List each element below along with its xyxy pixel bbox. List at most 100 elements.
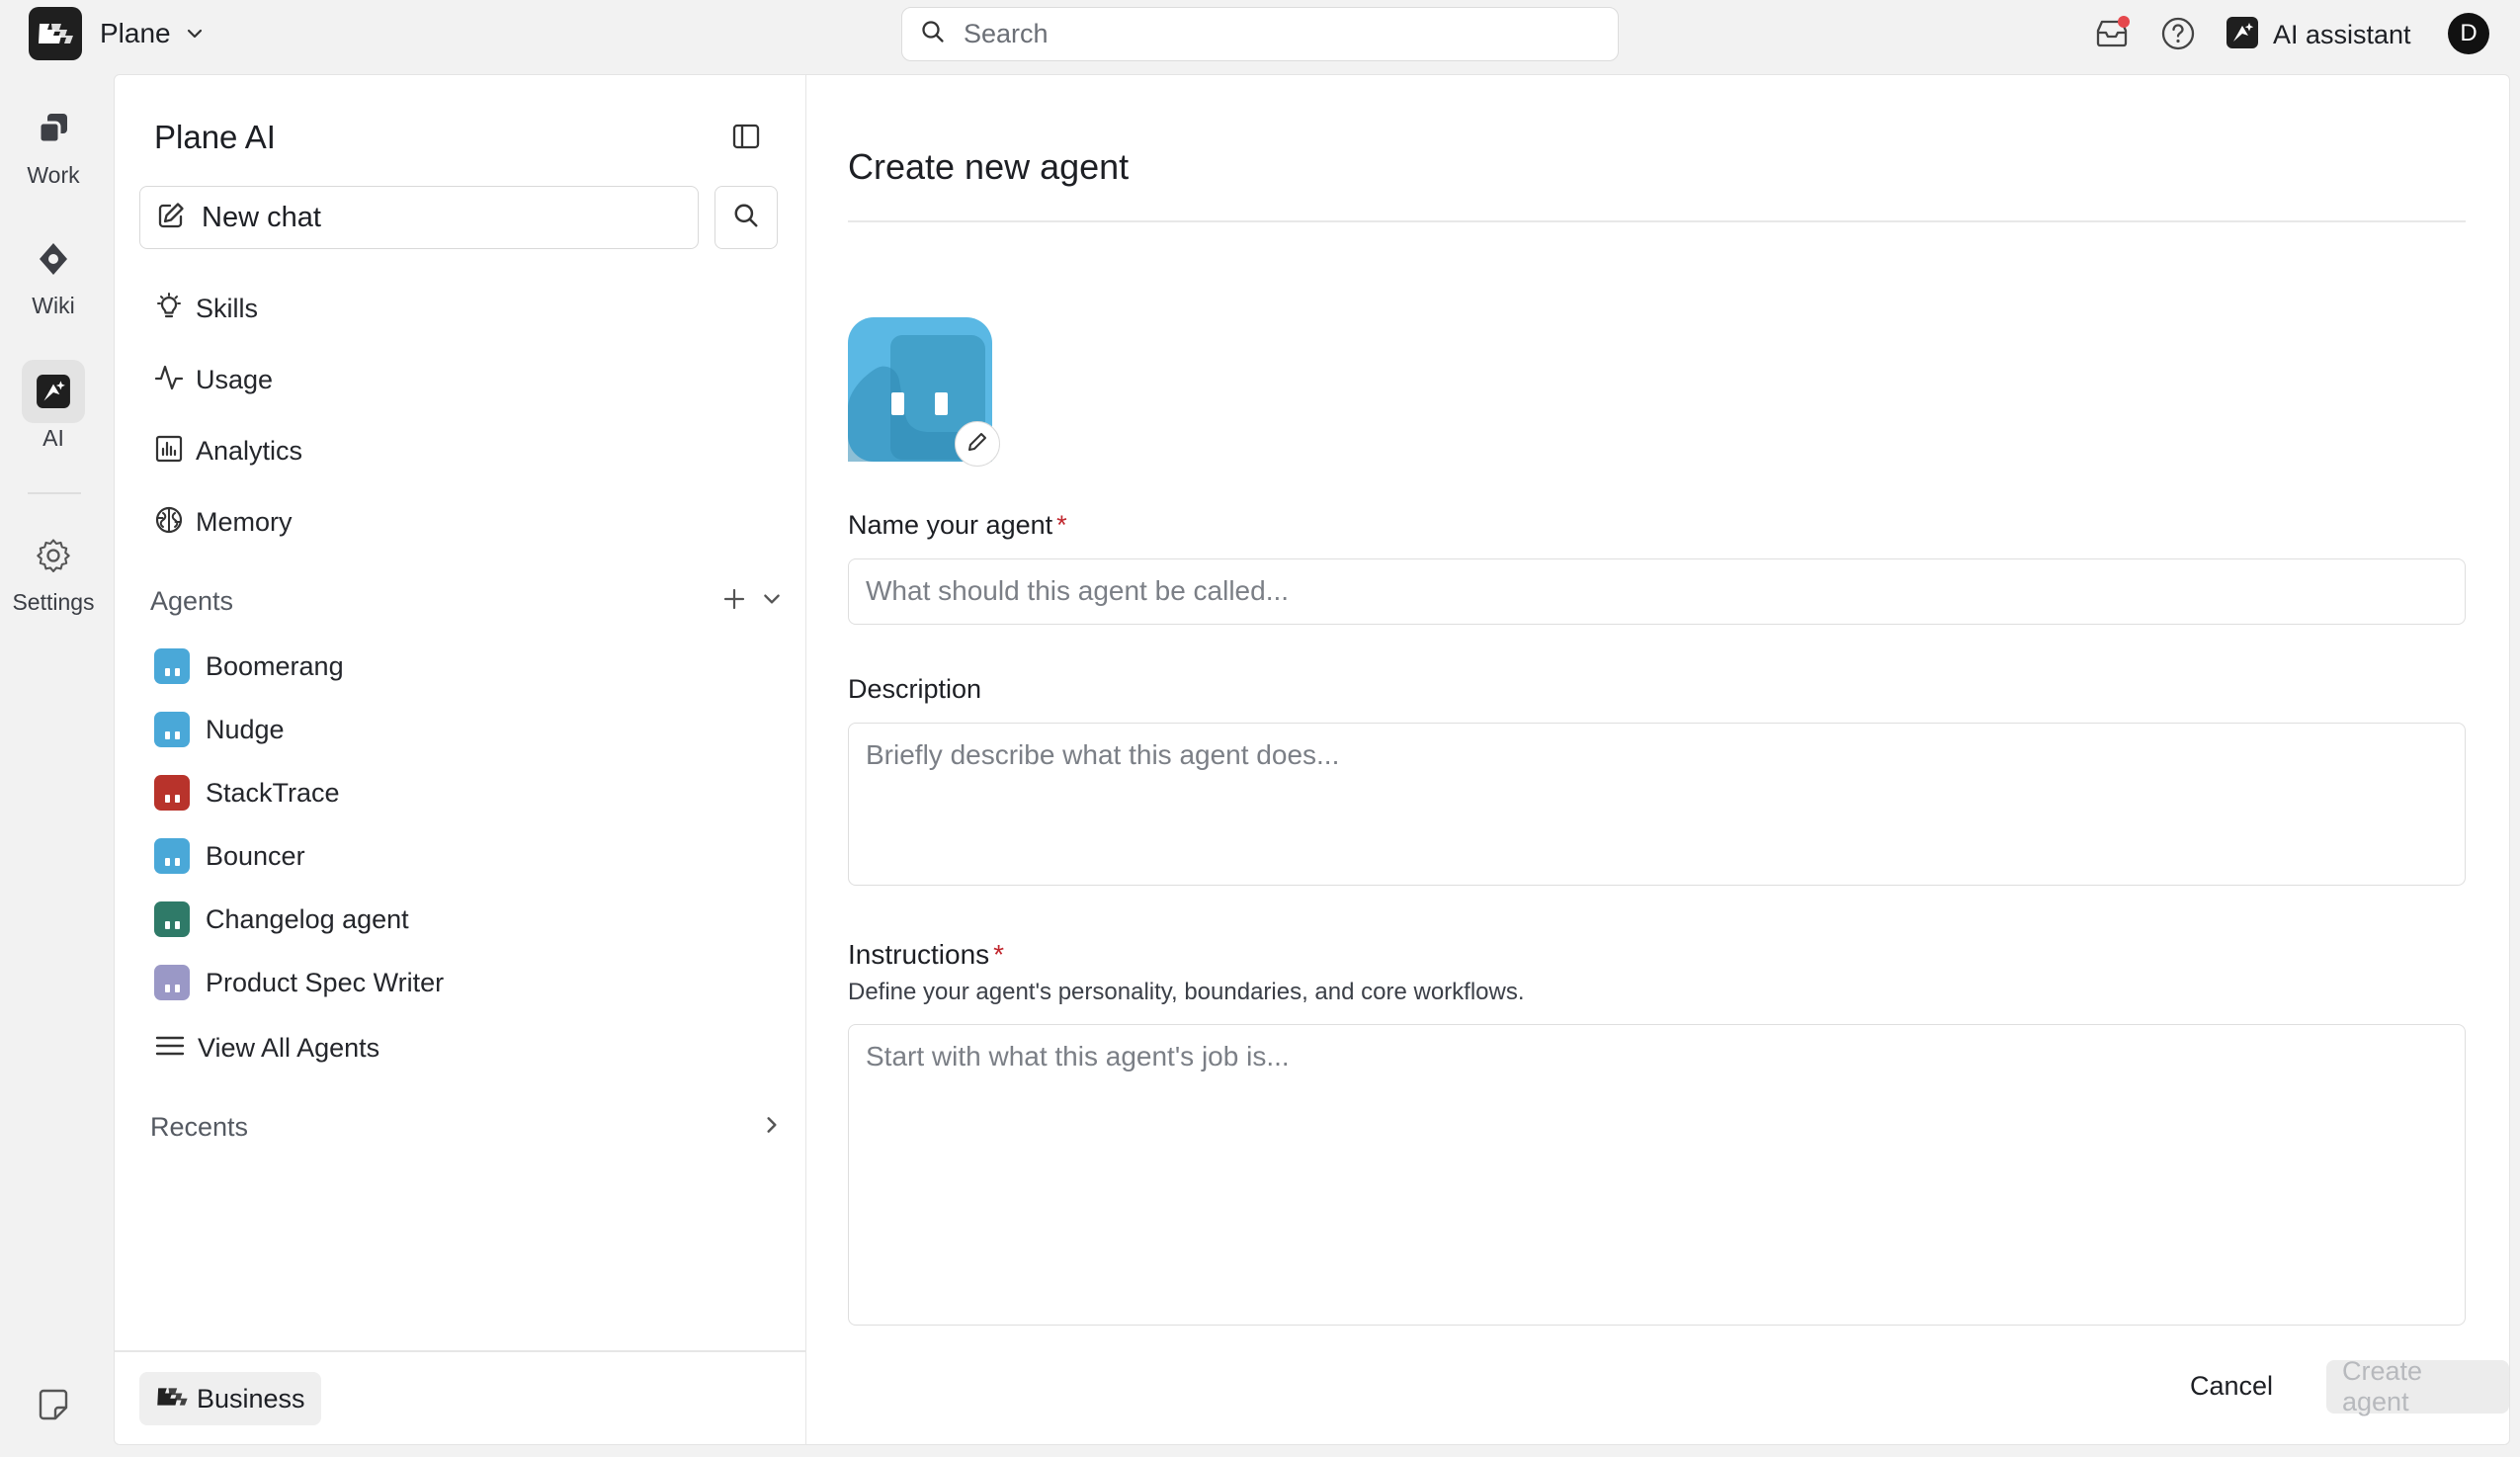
sticky-note-icon[interactable] (33, 1384, 74, 1425)
sidebar-item-analytics[interactable]: Analytics (154, 429, 302, 472)
chevron-right-icon (761, 1114, 783, 1141)
agent-name-input[interactable]: What should this agent be called... (848, 558, 2466, 625)
lightbulb-icon (154, 292, 184, 326)
agent-item[interactable]: Boomerang (154, 644, 344, 688)
agent-avatar-icon (154, 648, 190, 684)
app-rail: Work Wiki AI Settings (0, 69, 109, 1457)
agent-avatar-icon (154, 775, 190, 811)
sidebar-item-skills[interactable]: Skills (154, 287, 258, 330)
agents-heading: Agents (150, 585, 234, 616)
help-icon[interactable] (2158, 14, 2198, 53)
chevron-down-icon (185, 24, 205, 43)
description-label: Description (848, 674, 981, 705)
instructions-placeholder: Start with what this agent's job is... (866, 1041, 1290, 1071)
main-panel: Plane AI New chat Skills Usage Analytics… (114, 74, 2510, 1445)
search-icon (920, 19, 946, 49)
instructions-textarea[interactable]: Start with what this agent's job is... (848, 1024, 2466, 1326)
analytics-icon (154, 434, 184, 469)
search-icon (732, 202, 760, 234)
agent-name: Bouncer (206, 840, 305, 871)
recents-section-header[interactable]: Recents (150, 1107, 783, 1147)
create-agent-button[interactable]: Create agent (2326, 1356, 2509, 1416)
sidebar-item-label: Usage (196, 364, 274, 394)
plane-ai-sidebar: Plane AI New chat Skills Usage Analytics… (115, 75, 806, 1444)
agent-item[interactable]: Bouncer (154, 834, 305, 878)
plane-logo-icon (155, 1384, 189, 1414)
plane-logo-icon (29, 7, 82, 60)
sidebar-item-label: Memory (196, 506, 293, 537)
gear-icon (22, 524, 85, 587)
edit-icon (156, 201, 186, 235)
sidebar-footer-divider (115, 1350, 806, 1352)
rail-item-ai[interactable]: AI (0, 360, 107, 452)
plan-badge[interactable]: Business (139, 1372, 321, 1425)
instructions-label: Instructions * (848, 939, 1004, 971)
name-field-label: Name your agent * (848, 510, 1067, 541)
agent-name: Nudge (206, 714, 285, 744)
chevron-down-icon[interactable] (761, 588, 783, 615)
new-chat-button[interactable]: New chat (139, 186, 699, 249)
notification-dot (2118, 16, 2130, 28)
page-title: Create new agent (848, 146, 1130, 187)
add-agent-icon[interactable] (721, 586, 747, 617)
rail-label-ai: AI (42, 425, 64, 451)
rail-label-wiki: Wiki (32, 293, 75, 318)
agents-section-header: Agents (150, 581, 783, 621)
wiki-icon (22, 227, 85, 291)
ai-assistant-label: AI assistant (2273, 19, 2411, 49)
ai-assistant-button[interactable]: AI assistant (2226, 12, 2411, 57)
top-bar: Plane Search AI assistant D (0, 0, 2520, 69)
agent-name: StackTrace (206, 777, 340, 808)
title-divider (848, 220, 2466, 222)
cancel-button[interactable]: Cancel (2190, 1360, 2273, 1412)
list-icon (154, 1031, 186, 1066)
name-label-text: Name your agent (848, 510, 1053, 540)
required-mark: * (1056, 510, 1067, 540)
ai-icon (22, 360, 85, 423)
work-icon (22, 97, 85, 160)
plan-label: Business (197, 1383, 305, 1414)
workspace-switcher[interactable]: Plane (29, 7, 205, 60)
description-placeholder: Briefly describe what this agent does... (866, 739, 1340, 770)
view-all-agents-label: View All Agents (198, 1032, 380, 1063)
sidebar-item-label: Skills (196, 293, 259, 323)
agent-avatar-icon (154, 965, 190, 1000)
sidebar-collapse-icon[interactable] (726, 117, 766, 156)
pencil-icon (966, 431, 988, 458)
sidebar-item-usage[interactable]: Usage (154, 358, 273, 401)
rail-item-work[interactable]: Work (0, 97, 107, 189)
new-chat-label: New chat (202, 201, 321, 233)
ai-assistant-icon (2226, 16, 2259, 54)
brain-icon (154, 505, 184, 540)
workspace-name: Plane (100, 18, 171, 48)
agent-avatar-icon (154, 901, 190, 937)
recents-heading: Recents (150, 1111, 249, 1142)
agent-item[interactable]: StackTrace (154, 771, 340, 814)
rail-label-work: Work (27, 162, 80, 188)
view-all-agents-link[interactable]: View All Agents (154, 1026, 379, 1070)
rail-item-settings[interactable]: Settings (0, 524, 107, 616)
search-placeholder: Search (964, 19, 1049, 48)
inbox-icon[interactable] (2092, 14, 2132, 53)
agent-name-placeholder: What should this agent be called... (866, 575, 1290, 606)
agent-name: Product Spec Writer (206, 967, 445, 997)
rail-divider (28, 492, 81, 494)
search-chats-button[interactable] (714, 186, 778, 249)
agent-item[interactable]: Nudge (154, 708, 285, 751)
user-avatar[interactable]: D (2448, 13, 2489, 54)
agent-item[interactable]: Changelog agent (154, 898, 409, 941)
agent-avatar-icon (154, 712, 190, 747)
agent-item[interactable]: Product Spec Writer (154, 961, 444, 1004)
instructions-label-text: Instructions (848, 939, 990, 970)
required-mark: * (993, 939, 1005, 970)
search-input[interactable]: Search (901, 7, 1619, 61)
create-agent-form: Create new agent Name your agent * What s… (806, 75, 2509, 1444)
agent-avatar-icon (154, 838, 190, 874)
agent-name: Changelog agent (206, 903, 409, 934)
sidebar-title: Plane AI (154, 119, 276, 155)
description-textarea[interactable]: Briefly describe what this agent does... (848, 723, 2466, 886)
sidebar-item-label: Analytics (196, 435, 303, 466)
sidebar-item-memory[interactable]: Memory (154, 500, 293, 544)
rail-item-wiki[interactable]: Wiki (0, 227, 107, 319)
edit-avatar-button[interactable] (955, 421, 1000, 467)
